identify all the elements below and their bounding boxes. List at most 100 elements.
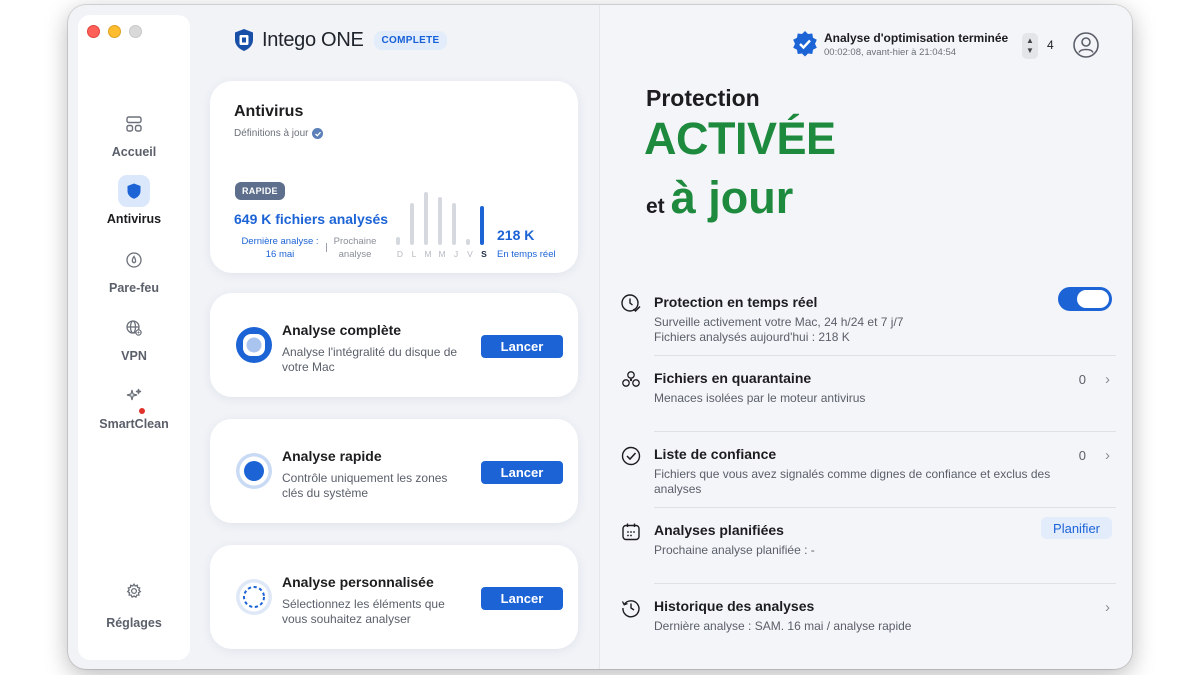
row-description: Surveille activement votre Mac, 24 h/24 … [654,315,1064,345]
app-window: Accueil Antivirus Pare-feu VPN SmartClea… [68,5,1132,669]
scan-title: Analyse rapide [282,448,382,464]
realtime-label: En temps réel [497,249,556,260]
quarantine-biohazard-icon [622,371,640,387]
chevron-up-icon[interactable]: ▲ [1026,36,1034,46]
activity-bar [452,203,456,245]
divider [326,243,327,252]
trust-list-count: 0 [1078,448,1086,463]
weekday-label: V [467,249,473,259]
weekday-label: J [453,249,459,259]
schedule-button[interactable]: Planifier [1041,517,1112,539]
notification-time: 00:02:08, avant-hier à 21:04:54 [824,46,957,58]
sidebar-item-label: Antivirus [106,212,162,226]
sidebar-item-label: Accueil [111,145,157,159]
quick-scan-icon [236,453,272,489]
status-up-to-date: et à jour [646,172,793,224]
row-description: Menaces isolées par le moteur antivirus [654,391,866,405]
custom-scan-icon [236,579,272,615]
row-description: Dernière analyse : SAM. 16 mai / analyse… [654,619,912,633]
next-scan-label: Prochaine [333,236,377,247]
realtime-protection-toggle[interactable] [1058,287,1112,311]
launch-full-scan-button[interactable]: Lancer [481,335,563,358]
files-scanned-count: 649 K fichiers analysés [234,211,389,227]
home-icon [118,108,150,140]
weekday-label: M [438,249,446,259]
gear-icon [118,575,150,607]
sidebar-item-pare-feu[interactable]: Pare-feu [78,244,190,295]
realtime-desc-line2: Fichiers analysés aujourd'hui : 218 K [654,330,850,344]
last-scan-label: Dernière analyse : [241,236,319,247]
activity-bar [396,237,400,245]
weekday-label: D [396,249,404,259]
history-icon [621,600,640,618]
shield-icon [118,175,150,207]
row-description: Prochaine analyse planifiée : - [654,543,815,557]
scan-title: Analyse complète [282,322,402,338]
firewall-icon [118,244,150,276]
scan-card-custom: Analyse personnalisée Sélectionnez les é… [210,545,578,649]
notification-stepper[interactable]: ▲ ▼ [1022,33,1038,59]
status-up-to-date-text: à jour [670,172,794,223]
activity-bar [466,239,470,245]
minimize-window-button[interactable] [108,25,121,38]
divider [654,507,1116,508]
activity-bar [424,192,428,245]
app-name: Intego ONE [262,28,364,51]
chevron-down-icon[interactable]: ▼ [1026,46,1034,56]
row-title: Analyses planifiées [654,522,784,538]
vpn-globe-icon [118,312,150,344]
definitions-label: Définitions à jour [234,128,309,139]
status-heading: Protection [646,85,760,111]
last-scan-info: Dernière analyse : 16 mai [234,235,326,261]
sidebar-item-vpn[interactable]: VPN [78,312,190,363]
notification-count: 4 [1047,38,1054,52]
next-scan-info: Prochaine analyse [330,235,380,261]
activity-bar [480,206,484,245]
window-controls [87,25,142,38]
notification-summary[interactable]: Analyse d'optimisation terminée 00:02:08… [790,29,1008,59]
chevron-right-icon: › [1105,371,1110,388]
divider [654,431,1116,432]
scan-card-quick: Analyse rapide Contrôle uniquement les z… [210,419,578,523]
activity-bar [410,203,414,245]
brand-header: Intego ONE COMPLETE [233,28,448,52]
sidebar-item-label: VPN [121,349,147,363]
sidebar-item-antivirus[interactable]: Antivirus [78,175,190,226]
antivirus-card: Antivirus Définitions à jour RAPIDE 649 … [210,81,578,273]
sidebar-item-accueil[interactable]: Accueil [78,108,190,159]
row-description: Fichiers que vous avez signalés comme di… [654,467,1051,496]
weekly-activity-chart [396,189,496,245]
row-title: Protection en temps réel [654,294,818,310]
realtime-desc-line1: Surveille activement votre Mac, 24 h/24 … [654,315,904,329]
status-prefix: et [646,195,665,218]
sidebar-item-reglages[interactable]: Réglages [78,575,190,630]
sparkle-icon [118,380,150,412]
close-window-button[interactable] [87,25,100,38]
scan-card-full: Analyse complète Analyse l'intégralité d… [210,293,578,397]
notification-dot [139,408,145,414]
scan-description: Contrôle uniquement les zones clés du sy… [282,471,448,500]
intego-logo-icon [235,29,253,51]
toggle-knob [1077,290,1109,308]
sidebar-item-label: Réglages [106,616,162,630]
sidebar: Accueil Antivirus Pare-feu VPN SmartClea… [78,15,190,660]
activity-bar [438,197,442,245]
definitions-status: Définitions à jour [234,128,324,139]
row-title: Fichiers en quarantaine [654,370,812,386]
card-title: Antivirus [234,103,304,120]
user-account-icon[interactable] [1072,31,1100,59]
last-scan-date: 16 mai [265,249,295,260]
divider [654,583,1116,584]
zoom-window-button[interactable] [129,25,142,38]
sidebar-item-label: Pare-feu [108,281,160,295]
next-scan-label-2: analyse [338,249,372,260]
weekday-label: S [481,249,487,259]
chevron-right-icon: › [1105,599,1110,616]
launch-custom-scan-button[interactable]: Lancer [481,587,563,610]
chevron-right-icon: › [1105,447,1110,464]
scan-title: Analyse personnalisée [282,574,434,590]
realtime-count: 218 K [497,227,535,243]
sidebar-item-smartclean[interactable]: SmartClean [78,380,190,431]
launch-quick-scan-button[interactable]: Lancer [481,461,563,484]
scan-mode-pill: RAPIDE [235,182,285,200]
